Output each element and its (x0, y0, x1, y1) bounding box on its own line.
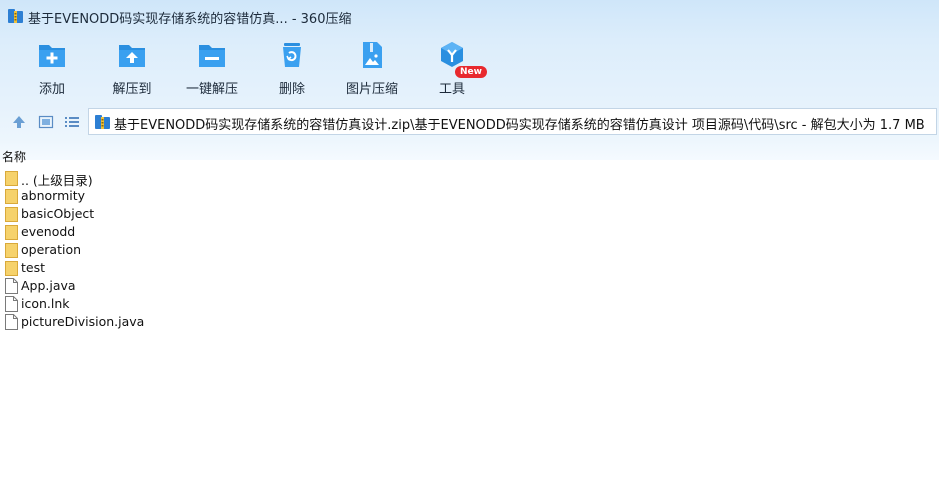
list-item-folder[interactable]: test (0, 259, 400, 277)
toolbar: 添加 解压到 一键解压 删除 图片压缩 工具 New (0, 34, 939, 98)
file-name: abnormity (21, 188, 86, 203)
folder-icon (5, 243, 18, 258)
one-click-extract-button[interactable]: 一键解压 (172, 34, 252, 98)
extract-to-button[interactable]: 解压到 (92, 34, 172, 98)
one-click-extract-icon (199, 45, 225, 67)
file-name: icon.lnk (21, 296, 70, 311)
list-item-folder[interactable]: basicObject (0, 205, 400, 223)
list-item-file[interactable]: App.java (0, 277, 400, 295)
file-name: basicObject (21, 206, 95, 221)
folder-icon (5, 225, 18, 240)
archive-file-icon (95, 115, 110, 129)
extract-to-label: 解压到 (112, 82, 152, 97)
folder-icon (5, 171, 18, 186)
column-header: 名称 (0, 146, 939, 164)
tools-label: 工具 (438, 82, 465, 97)
window-chrome: 基于EVENODD码实现存储系统的容错仿真... - 360压缩 添加 解压到 (0, 0, 939, 164)
image-compress-button[interactable]: 图片压缩 (332, 34, 412, 98)
document-icon (5, 296, 18, 312)
archive-app-icon (8, 9, 23, 23)
extract-to-icon (119, 45, 145, 67)
file-name: test (21, 260, 46, 275)
delete-button[interactable]: 删除 (252, 34, 332, 98)
address-row: 基于EVENODD码实现存储系统的容错仿真设计.zip\基于EVENODD码实现… (0, 108, 939, 136)
folder-icon (5, 207, 18, 222)
file-name: operation (21, 242, 82, 257)
address-bar[interactable]: 基于EVENODD码实现存储系统的容错仿真设计.zip\基于EVENODD码实现… (88, 108, 937, 135)
file-name: pictureDivision.java (21, 314, 145, 329)
image-compress-label: 图片压缩 (345, 82, 398, 97)
folder-icon (5, 261, 18, 276)
delete-label: 删除 (278, 82, 305, 97)
add-label: 添加 (38, 82, 65, 97)
list-item-folder[interactable]: abnormity (0, 187, 400, 205)
window-title: 基于EVENODD码实现存储系统的容错仿真... - 360压缩 (28, 12, 352, 27)
column-name-header[interactable]: 名称 (2, 148, 26, 165)
list-item-file[interactable]: pictureDivision.java (0, 313, 400, 331)
file-name: evenodd (21, 224, 76, 239)
document-icon (5, 314, 18, 330)
list-item-folder[interactable]: evenodd (0, 223, 400, 241)
recycle-delete-icon (283, 43, 301, 67)
list-item-parent-dir[interactable]: .. (上级目录) (0, 169, 400, 188)
document-icon (5, 278, 18, 294)
one-click-extract-label: 一键解压 (185, 82, 238, 97)
address-path: 基于EVENODD码实现存储系统的容错仿真设计.zip\基于EVENODD码实现… (114, 118, 925, 133)
folder-icon (5, 189, 18, 204)
image-compress-icon (363, 42, 382, 68)
add-folder-icon (39, 45, 65, 67)
up-arrow-icon[interactable] (10, 113, 28, 131)
list-view-icon[interactable] (63, 113, 81, 131)
file-name: App.java (21, 278, 76, 293)
list-item-file[interactable]: icon.lnk (0, 295, 400, 313)
new-badge: New (455, 66, 487, 78)
list-item-folder[interactable]: operation (0, 241, 400, 259)
title-bar: 基于EVENODD码实现存储系统的容错仿真... - 360压缩 (0, 0, 939, 32)
add-button[interactable]: 添加 (12, 34, 92, 98)
thumbnail-view-icon[interactable] (37, 113, 55, 131)
